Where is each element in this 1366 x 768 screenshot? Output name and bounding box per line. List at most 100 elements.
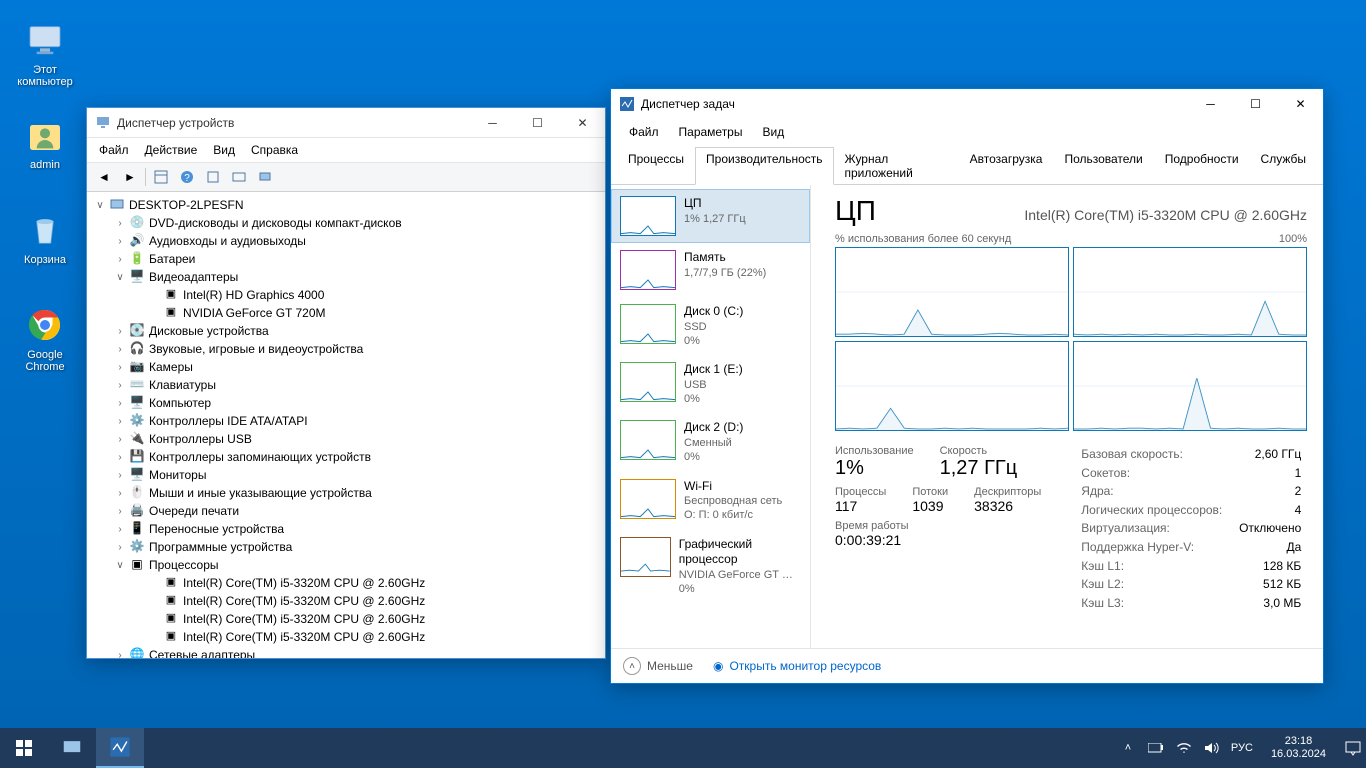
expand-icon[interactable]: ›: [113, 326, 127, 337]
tree-category[interactable]: ›🔊Аудиовходы и аудиовыходы: [89, 232, 603, 250]
expand-icon[interactable]: ›: [113, 344, 127, 355]
menu-view[interactable]: Вид: [752, 121, 794, 143]
tree-device[interactable]: ▣Intel(R) Core(TM) i5-3320M CPU @ 2.60GH…: [89, 628, 603, 646]
expand-icon[interactable]: ›: [113, 254, 127, 265]
tree-category[interactable]: ∨🖥️Видеоадаптеры: [89, 268, 603, 286]
cpu-graph-3[interactable]: [1073, 341, 1307, 431]
expand-icon[interactable]: ∨: [93, 200, 107, 211]
expand-icon[interactable]: ›: [113, 452, 127, 463]
desktop-icon-this-pc[interactable]: Этот компьютер: [10, 20, 80, 88]
tab-4[interactable]: Пользователи: [1053, 147, 1153, 185]
cpu-graph-2[interactable]: [835, 341, 1069, 431]
fewer-details-button[interactable]: ˄ Меньше: [623, 657, 693, 675]
minimize-button[interactable]: ─: [1188, 90, 1233, 119]
tree-category[interactable]: ›💽Дисковые устройства: [89, 322, 603, 340]
tab-1[interactable]: Производительность: [695, 147, 833, 185]
expand-icon[interactable]: ∨: [113, 272, 127, 283]
expand-icon[interactable]: ›: [113, 218, 127, 229]
close-button[interactable]: ✕: [560, 108, 605, 137]
toolbar-monitor[interactable]: [254, 166, 276, 188]
tree-category[interactable]: ›🖱️Мыши и иные указывающие устройства: [89, 484, 603, 502]
maximize-button[interactable]: ☐: [515, 108, 560, 137]
tree-category[interactable]: ›🎧Звуковые, игровые и видеоустройства: [89, 340, 603, 358]
expand-icon[interactable]: ›: [113, 416, 127, 427]
sidebar-card-3[interactable]: Диск 1 (E:)USB0%: [611, 355, 810, 413]
expand-icon[interactable]: ›: [113, 650, 127, 659]
tree-category[interactable]: ›🔌Контроллеры USB: [89, 430, 603, 448]
tree-device[interactable]: ▣NVIDIA GeForce GT 720M: [89, 304, 603, 322]
menu-params[interactable]: Параметры: [669, 121, 753, 143]
expand-icon[interactable]: ›: [113, 380, 127, 391]
menu-file[interactable]: Файл: [619, 121, 669, 143]
tab-6[interactable]: Службы: [1250, 147, 1317, 185]
tab-0[interactable]: Процессы: [617, 147, 695, 185]
sidebar-card-6[interactable]: Графический процессорNVIDIA GeForce GT 7…: [611, 530, 810, 604]
tree-category[interactable]: ›📱Переносные устройства: [89, 520, 603, 538]
tree-device[interactable]: ▣Intel(R) Core(TM) i5-3320M CPU @ 2.60GH…: [89, 592, 603, 610]
cpu-graph-0[interactable]: [835, 247, 1069, 337]
tray-wifi-icon[interactable]: [1175, 742, 1193, 754]
expand-icon[interactable]: ›: [113, 470, 127, 481]
expand-icon[interactable]: ›: [113, 398, 127, 409]
toolbar-back[interactable]: ◄: [93, 166, 115, 188]
device-tree[interactable]: ∨ DESKTOP-2LPESFN ›💿DVD-дисководы и диск…: [87, 192, 605, 658]
toolbar-help[interactable]: ?: [176, 166, 198, 188]
toolbar-fwd[interactable]: ►: [119, 166, 141, 188]
tray-language[interactable]: РУС: [1231, 742, 1253, 754]
toolbar-view[interactable]: [150, 166, 172, 188]
tree-device[interactable]: ▣Intel(R) Core(TM) i5-3320M CPU @ 2.60GH…: [89, 574, 603, 592]
expand-icon[interactable]: ›: [113, 542, 127, 553]
titlebar[interactable]: Диспетчер устройств ─ ☐ ✕: [87, 108, 605, 138]
taskbar-taskmgr[interactable]: [96, 728, 144, 768]
tab-5[interactable]: Подробности: [1154, 147, 1250, 185]
tree-category[interactable]: ›⚙️Контроллеры IDE ATA/ATAPI: [89, 412, 603, 430]
expand-icon[interactable]: ∨: [113, 560, 127, 571]
tray-chevron-icon[interactable]: ˄: [1119, 742, 1137, 754]
tray-battery-icon[interactable]: [1147, 743, 1165, 753]
tree-category[interactable]: ›🖥️Мониторы: [89, 466, 603, 484]
sidebar[interactable]: ЦП1% 1,27 ГГцПамять1,7/7,9 ГБ (22%)Диск …: [611, 185, 811, 648]
sidebar-card-1[interactable]: Память1,7/7,9 ГБ (22%): [611, 243, 810, 297]
sidebar-card-2[interactable]: Диск 0 (C:)SSD0%: [611, 297, 810, 355]
tree-category[interactable]: ∨▣Процессоры: [89, 556, 603, 574]
expand-icon[interactable]: ›: [113, 236, 127, 247]
tab-3[interactable]: Автозагрузка: [959, 147, 1054, 185]
tree-category[interactable]: ›💿DVD-дисководы и дисководы компакт-диск…: [89, 214, 603, 232]
menu-view[interactable]: Вид: [205, 140, 243, 160]
toolbar-refresh[interactable]: [202, 166, 224, 188]
toolbar-scan[interactable]: [228, 166, 250, 188]
tray-clock[interactable]: 23:18 16.03.2024: [1263, 735, 1334, 761]
tab-2[interactable]: Журнал приложений: [834, 147, 959, 185]
desktop-icon-chrome[interactable]: Google Chrome: [10, 305, 80, 373]
expand-icon[interactable]: ›: [113, 488, 127, 499]
tray-action-center-icon[interactable]: [1344, 740, 1362, 756]
taskbar-devmgr[interactable]: [48, 728, 96, 768]
tree-category[interactable]: ›💾Контроллеры запоминающих устройств: [89, 448, 603, 466]
tree-category[interactable]: ›🔋Батареи: [89, 250, 603, 268]
close-button[interactable]: ✕: [1278, 90, 1323, 119]
desktop-icon-recycle-bin[interactable]: Корзина: [10, 210, 80, 266]
titlebar[interactable]: Диспетчер задач ─ ☐ ✕: [611, 89, 1323, 119]
expand-icon[interactable]: ›: [113, 506, 127, 517]
open-resmon-link[interactable]: ◉ Открыть монитор ресурсов: [713, 659, 881, 673]
sidebar-card-0[interactable]: ЦП1% 1,27 ГГц: [611, 189, 810, 243]
cpu-graph-1[interactable]: [1073, 247, 1307, 337]
minimize-button[interactable]: ─: [470, 108, 515, 137]
sidebar-card-4[interactable]: Диск 2 (D:)Сменный0%: [611, 413, 810, 471]
start-button[interactable]: [0, 728, 48, 768]
tree-category[interactable]: ›🌐Сетевые адаптеры: [89, 646, 603, 658]
menu-help[interactable]: Справка: [243, 140, 306, 160]
desktop-icon-admin[interactable]: admin: [10, 115, 80, 171]
tree-device[interactable]: ▣Intel(R) HD Graphics 4000: [89, 286, 603, 304]
expand-icon[interactable]: ›: [113, 434, 127, 445]
tree-category[interactable]: ›🖥️Компьютер: [89, 394, 603, 412]
tree-category[interactable]: ›📷Камеры: [89, 358, 603, 376]
tree-category[interactable]: ›⚙️Программные устройства: [89, 538, 603, 556]
tray-volume-icon[interactable]: [1203, 742, 1221, 754]
taskbar[interactable]: ˄ РУС 23:18 16.03.2024: [0, 728, 1366, 768]
menu-file[interactable]: Файл: [91, 140, 137, 160]
tree-root[interactable]: ∨ DESKTOP-2LPESFN: [89, 196, 603, 214]
tree-category[interactable]: ›🖨️Очереди печати: [89, 502, 603, 520]
tree-device[interactable]: ▣Intel(R) Core(TM) i5-3320M CPU @ 2.60GH…: [89, 610, 603, 628]
sidebar-card-5[interactable]: Wi-FiБеспроводная сетьО: П: 0 кбит/с: [611, 472, 810, 530]
